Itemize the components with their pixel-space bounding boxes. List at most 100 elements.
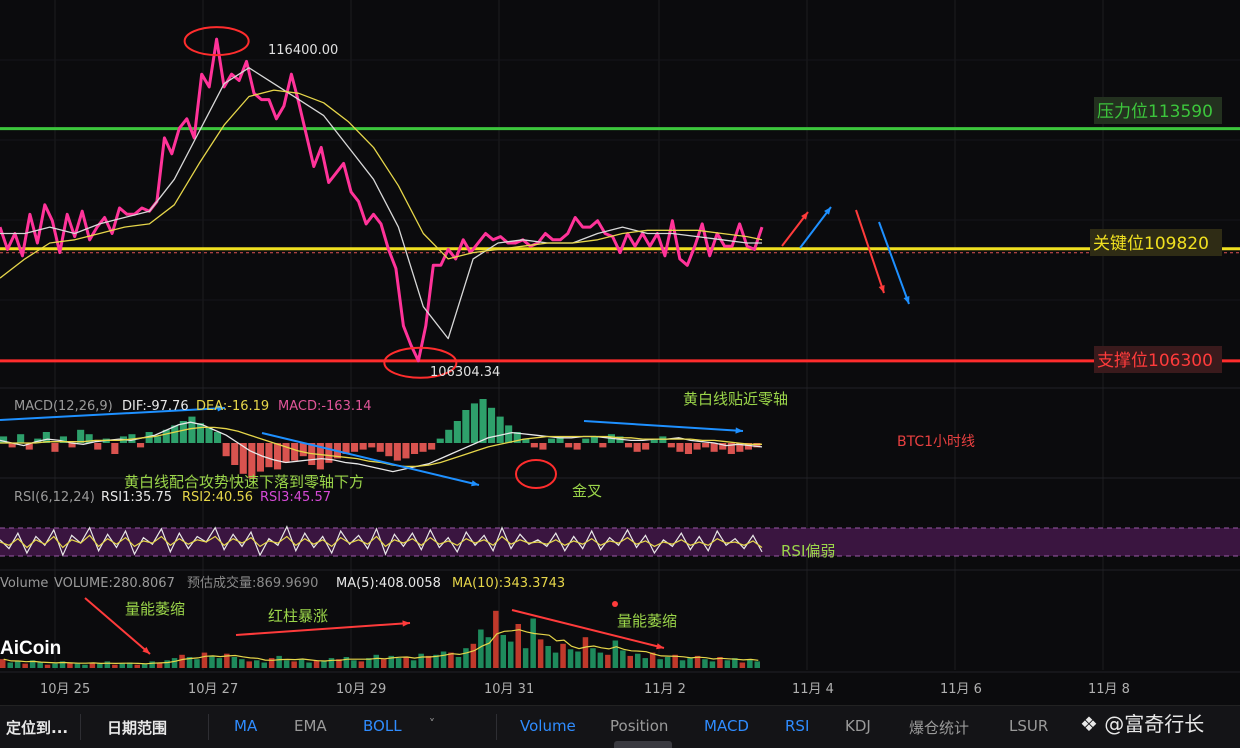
arrow-down-red-head — [878, 285, 885, 293]
volume-bar — [52, 663, 58, 668]
volume-bar — [209, 655, 215, 668]
indicator-ma-tab[interactable]: MA — [234, 717, 257, 735]
bottom-toolbar: 定位到... 日期范围 MA EMA BOLL ˅ Volume Positio… — [0, 705, 1240, 748]
volume-bar — [567, 649, 574, 668]
volume-bar — [14, 661, 21, 668]
locate-button[interactable]: 定位到... — [6, 717, 68, 738]
support-label: 支撑位106300 — [1097, 351, 1213, 371]
macd-bar — [565, 443, 573, 448]
annotations — [0, 26, 910, 655]
macd-bar — [684, 443, 692, 454]
volume-bar — [448, 652, 454, 668]
divider — [496, 714, 497, 740]
volume-bar — [627, 655, 633, 668]
series-price — [0, 37, 764, 363]
macd-bar — [582, 438, 590, 443]
volume-bar — [44, 664, 51, 668]
macd-bar — [590, 436, 598, 443]
volume-bar — [657, 659, 663, 668]
volume-bar — [635, 653, 641, 668]
annot-golden-cross: 金叉 — [572, 482, 602, 500]
macd-bar — [222, 443, 230, 457]
macd-bar — [51, 443, 59, 452]
annot-vol-shrink-2: 量能萎缩 — [617, 612, 677, 630]
volume-bar — [560, 643, 566, 668]
macd-bar — [479, 399, 487, 443]
indicator-lsur-tab[interactable]: LSUR — [1009, 717, 1048, 735]
macd-bar — [393, 443, 401, 461]
annot-macd-near-zero: 黄白线贴近零轴 — [683, 390, 788, 408]
volume-value: VOLUME:280.8067 — [54, 576, 175, 591]
resistance-label: 压力位113590 — [1097, 102, 1213, 122]
volume-bar — [321, 661, 327, 668]
watermark-icon: ❖ @ — [1080, 712, 1125, 736]
volume-bar — [298, 659, 305, 668]
volume-bar — [493, 610, 499, 668]
indicator-position-tab[interactable]: Position — [610, 717, 668, 735]
volume-bar — [463, 648, 469, 668]
volume-bar — [216, 658, 223, 668]
volume-estimate: 预估成交量:869.9690 — [187, 575, 318, 591]
volume-bar — [171, 658, 178, 668]
macd-bar — [419, 443, 427, 452]
divider — [80, 714, 81, 740]
volume-bar — [283, 660, 290, 668]
volume-bar — [164, 660, 170, 668]
volume-bar — [313, 660, 320, 668]
macd-bar — [428, 443, 436, 450]
macd-bar — [368, 443, 376, 448]
chevron-down-icon[interactable]: ˅ — [429, 717, 435, 731]
date-range-button[interactable]: 日期范围 — [107, 717, 167, 738]
macd-bar — [196, 423, 204, 443]
volume-bar — [739, 662, 746, 668]
macd-bar — [633, 443, 641, 452]
divider — [208, 714, 209, 740]
macd-bar — [667, 443, 675, 448]
macd-bar — [214, 432, 222, 443]
annot-vol-red-surge: 红柱暴涨 — [268, 607, 328, 625]
macd-bar — [351, 443, 359, 452]
macd-bar — [599, 443, 607, 448]
indicator-kdj-tab[interactable]: KDJ — [845, 717, 871, 735]
level-lines — [0, 127, 1240, 363]
volume-bar — [552, 652, 559, 668]
volume-bar — [455, 657, 462, 668]
macd-bar — [625, 443, 633, 448]
volume-bar — [134, 664, 140, 668]
volume-bar — [194, 659, 200, 668]
macd-dea: DEA:-16.19 — [196, 399, 269, 414]
volume-bar — [82, 664, 88, 668]
indicator-volume-tab[interactable]: Volume — [520, 717, 576, 735]
volume-bar — [500, 635, 506, 668]
macd-bar — [693, 443, 701, 450]
indicator-rsi-tab[interactable]: RSI — [785, 717, 809, 735]
arrow-up-blue — [799, 206, 832, 249]
rsi2-value: RSI2:40.56 — [182, 490, 253, 505]
rsi-name: RSI(6,12,24) — [14, 490, 95, 505]
macd-bar — [548, 438, 556, 443]
macd-bar — [436, 438, 444, 443]
macd-bar — [17, 434, 25, 443]
volume-bar — [254, 660, 260, 668]
macd-bar — [676, 443, 684, 452]
indicator-macd-tab[interactable]: MACD — [704, 717, 749, 735]
volume-bar — [104, 661, 111, 668]
indicator-boll-tab[interactable]: BOLL — [363, 717, 402, 735]
indicator-liquidation-tab[interactable]: 爆仓统计 — [909, 717, 969, 738]
macd-bar — [573, 443, 581, 450]
macd-dif: DIF:-97.76 — [122, 399, 189, 414]
watermark-text: 富奇行长 — [1124, 712, 1205, 736]
volume-bar — [74, 663, 81, 668]
volume-bar — [687, 658, 693, 668]
chart-title: BTC1小时线 — [897, 434, 975, 450]
watermark: ❖ @富奇行长 — [1080, 708, 1204, 737]
rsi1-value: RSI1:35.75 — [101, 490, 172, 505]
indicator-ema-tab[interactable]: EMA — [294, 717, 327, 735]
volume-bar — [679, 660, 686, 668]
grid — [0, 0, 1240, 673]
volume-bar — [0, 659, 6, 668]
x-tick-label: 10月 27 — [188, 682, 238, 697]
volume-bar — [709, 661, 716, 668]
volume-bar — [470, 643, 477, 668]
x-tick-label: 11月 2 — [644, 682, 686, 697]
